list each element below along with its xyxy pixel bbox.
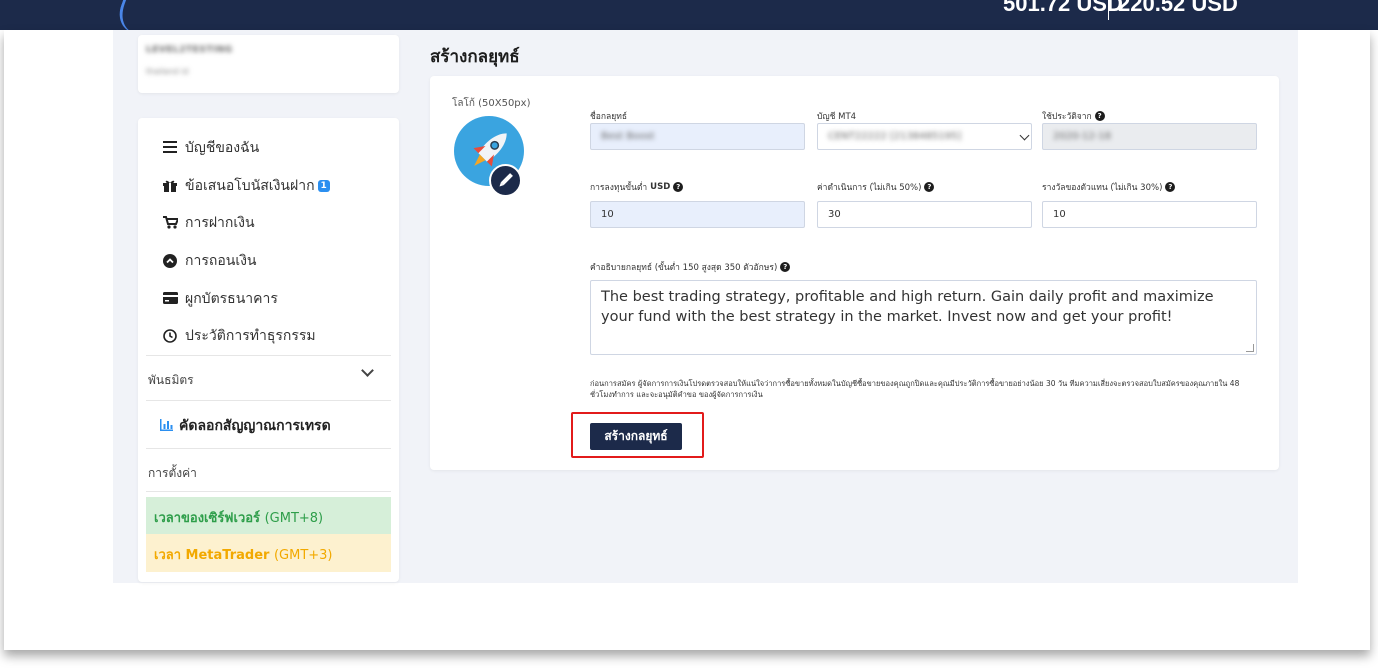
sidebar-item-label: ประวัติการทำธุรกรรม xyxy=(185,328,316,344)
balance-primary: 501.72 USD xyxy=(1003,0,1123,16)
user-subtitle: thailand id xyxy=(146,67,189,76)
clock-icon xyxy=(162,329,178,343)
resize-handle-icon[interactable] xyxy=(1246,344,1254,352)
server-time-zone: (GMT+8) xyxy=(264,511,324,526)
description-value: The best trading strategy, profitable an… xyxy=(601,289,1214,325)
chevron-down-icon xyxy=(1019,130,1030,141)
sidebar-item-label: บัญชีของฉัน xyxy=(185,140,260,156)
credit-card-icon xyxy=(162,292,178,306)
create-strategy-form: โลโก้ (50X50px) ชื่อกลยุทธ์ Best Boost บ… xyxy=(430,76,1279,470)
help-icon[interactable]: ? xyxy=(924,182,935,192)
chevron-circle-icon xyxy=(162,254,178,268)
metatrader-time-zone: (GMT+3) xyxy=(273,548,333,563)
sidebar-item-label: ข้อเสนอโบนัสเงินฝาก xyxy=(185,178,315,194)
menu-divider xyxy=(146,491,391,492)
help-icon[interactable]: ? xyxy=(1165,182,1176,192)
edit-logo-button[interactable] xyxy=(489,164,522,197)
bar-chart-icon xyxy=(160,418,173,434)
history-from-value: 2020-12-18 xyxy=(1053,131,1112,142)
sidebar-item-my-accounts[interactable]: บัญชีของฉัน xyxy=(162,137,259,159)
help-icon[interactable]: ? xyxy=(1094,111,1105,121)
history-from-label: ใช้ประวัติจาก? xyxy=(1042,109,1105,123)
history-from-input: 2020-12-18 xyxy=(1042,123,1257,150)
page-title: สร้างกลยุทธ์ xyxy=(430,47,520,67)
sidebar-item-bank-card[interactable]: ผูกบัตรธนาคาร xyxy=(162,288,278,310)
metatrader-time-label: เวลา MetaTrader xyxy=(154,548,270,563)
sidebar-menu: บัญชีของฉัน ข้อเสนอโบนัสเงินฝาก 1 การฝาก… xyxy=(138,118,399,582)
balance-secondary: 220.52 USD xyxy=(1118,0,1238,16)
menu-divider xyxy=(146,448,391,449)
management-fee-label: ค่าดำเนินการ (ไม่เกิน 50%)? xyxy=(817,180,935,194)
top-bar: 501.72 USD 220.52 USD xyxy=(0,0,1378,30)
server-time-label: เวลาของเซิร์ฟเวอร์ xyxy=(154,511,261,526)
cart-icon xyxy=(162,216,179,230)
strategy-name-input[interactable]: Best Boost xyxy=(590,123,805,150)
description-textarea[interactable]: The best trading strategy, profitable an… xyxy=(590,280,1257,355)
sidebar-item-withdraw[interactable]: การถอนเงิน xyxy=(162,250,257,272)
description-label: คำอธิบายกลยุทธ์ (ขั้นต่ำ 150 สูงสุด 350 … xyxy=(590,260,791,274)
min-investment-input[interactable]: 10 xyxy=(590,201,805,228)
copytrade-label: คัดลอกสัญญาณการเทรด xyxy=(179,418,331,434)
agent-reward-input[interactable]: 10 xyxy=(1042,201,1257,228)
gift-icon xyxy=(162,179,178,193)
sidebar-item-deposit[interactable]: การฝากเงิน xyxy=(162,212,255,234)
strategy-name-value: Best Boost xyxy=(601,131,655,142)
create-strategy-button[interactable]: สร้างกลยุทธ์ xyxy=(590,423,682,450)
sidebar-item-partner[interactable]: พันธมิตร xyxy=(148,371,194,390)
management-fee-input[interactable]: 30 xyxy=(817,201,1032,228)
mt4-account-value: CENT22222 [2138485195] xyxy=(828,131,962,142)
logo-label: โลโก้ (50X50px) xyxy=(452,98,531,109)
brand-logo-icon[interactable] xyxy=(110,0,166,30)
sidebar-item-deposit-bonus[interactable]: ข้อเสนอโบนัสเงินฝาก 1 xyxy=(162,175,330,197)
help-icon[interactable]: ? xyxy=(780,262,791,272)
list-icon xyxy=(162,141,178,155)
sidebar-item-transaction-history[interactable]: ประวัติการทำธุรกรรม xyxy=(162,325,316,347)
sidebar-item-label: การฝากเงิน xyxy=(185,215,255,231)
help-icon[interactable]: ? xyxy=(673,182,684,192)
user-card: LEVEL2TESTING thailand id xyxy=(138,35,399,93)
min-investment-label: การลงทุนขั้นต่ำ USD? xyxy=(590,180,684,194)
chevron-down-icon[interactable] xyxy=(361,364,374,377)
mt4-account-label: บัญชี MT4 xyxy=(817,112,857,122)
bonus-count-badge: 1 xyxy=(317,180,330,192)
sidebar-item-settings[interactable]: การตั้งค่า xyxy=(148,464,197,483)
strategy-name-label: ชื่อกลยุทธ์ xyxy=(590,112,628,122)
metatrader-time-banner: เวลา MetaTrader (GMT+3) xyxy=(146,534,391,572)
menu-divider xyxy=(146,400,391,401)
server-time-banner: เวลาของเซิร์ฟเวอร์ (GMT+8) xyxy=(146,497,391,534)
username: LEVEL2TESTING xyxy=(146,45,233,55)
sidebar-item-copytrade[interactable]: คัดลอกสัญญาณการเทรด xyxy=(160,415,331,437)
agent-reward-label: รางวัลของตัวแทน (ไม่เกิน 30%)? xyxy=(1042,180,1176,194)
sidebar-item-label: ผูกบัตรธนาคาร xyxy=(185,291,278,307)
mt4-account-select[interactable]: CENT22222 [2138485195] xyxy=(817,123,1032,150)
pencil-icon xyxy=(499,173,513,187)
sidebar-item-label: การถอนเงิน xyxy=(185,253,257,269)
application-notice: ก่อนการสมัคร ผู้จัดการการเงินโปรดตรวจสอบ… xyxy=(590,379,1240,399)
menu-divider xyxy=(146,355,391,356)
balance-divider xyxy=(1108,0,1109,20)
